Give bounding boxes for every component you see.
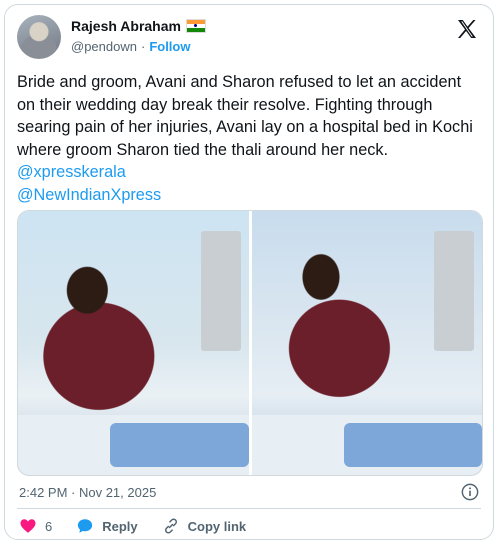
link-icon [164,518,177,534]
india-flag-icon [185,19,206,33]
author-handle-row: @pendown · Follow [71,39,190,54]
author-name-row: Rajesh Abraham [71,18,206,34]
info-icon[interactable] [461,483,479,501]
tweet-timestamp[interactable]: 2:42 PM · Nov 21, 2025 [19,485,156,500]
handle-separator: · [140,39,146,54]
copy-link-button[interactable]: Copy link [162,517,247,535]
copy-link-label: Copy link [187,518,247,534]
mention-newindianxpress[interactable]: @NewIndianXpress [17,186,161,204]
bed-sheet [110,423,249,467]
author-handle[interactable]: @pendown [71,39,137,54]
tweet-text: Bride and groom, Avani and Sharon refuse… [17,71,483,206]
medical-equipment [434,231,474,351]
tweet-actions: 6 Reply Copy link [19,517,270,535]
divider [17,508,481,509]
tweet-media[interactable] [17,210,483,476]
tweet-card: Rajesh Abraham @pendown · Follow Bride a… [4,4,494,540]
author-name[interactable]: Rajesh Abraham [71,18,181,34]
avatar[interactable] [17,15,61,59]
heart-icon [20,519,36,533]
reply-button[interactable]: Reply [76,517,138,535]
mention-xpresskerala[interactable]: @xpresskerala [17,163,126,181]
reply-label: Reply [102,518,138,534]
photo-right[interactable] [251,211,482,475]
bed-sheet [343,423,482,467]
x-logo-icon[interactable] [455,17,479,41]
tweet-header: Rajesh Abraham @pendown · Follow [17,15,481,61]
like-button[interactable]: 6 [19,517,52,535]
follow-button[interactable]: Follow [149,39,190,54]
reply-bubble-icon [78,519,93,533]
tweet-body: Bride and groom, Avani and Sharon refuse… [17,73,473,159]
medical-equipment [200,231,241,351]
photo-left[interactable] [18,211,249,475]
like-count: 6 [45,518,53,534]
